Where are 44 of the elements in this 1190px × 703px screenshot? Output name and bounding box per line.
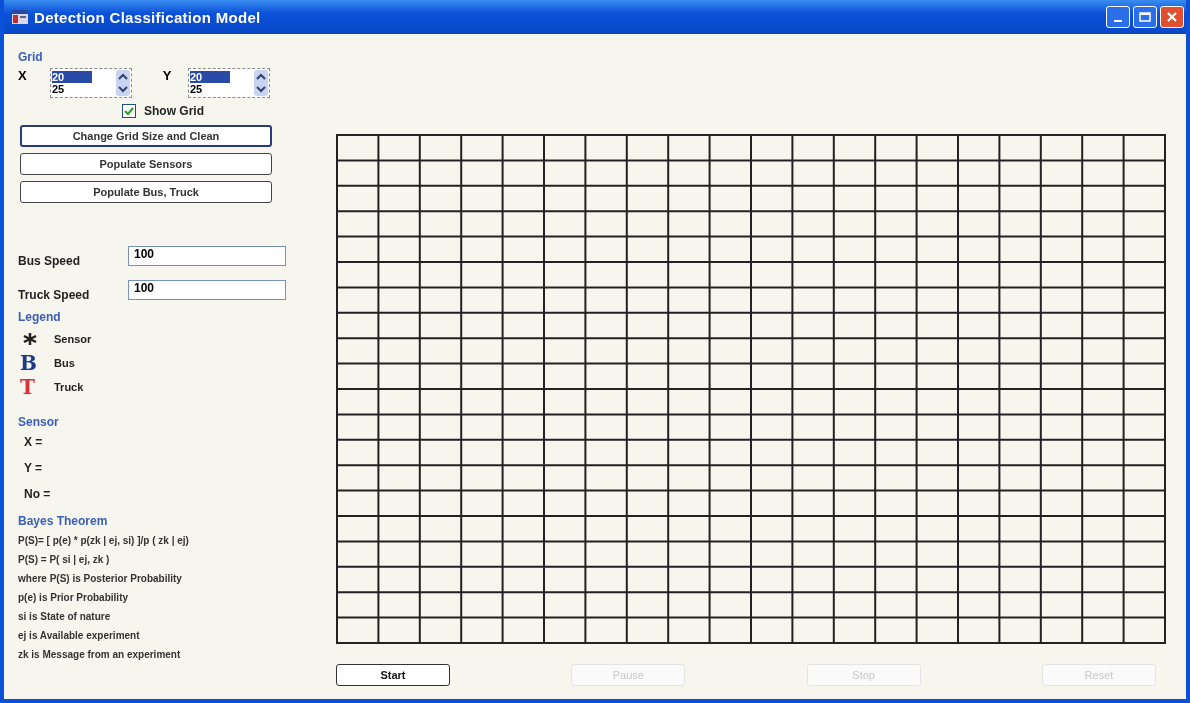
legend-symbol: B [19,351,38,375]
sensor-field-label: Y = [24,461,44,475]
minimize-button[interactable] [1106,6,1130,28]
sensor-title: Sensor [18,415,60,429]
action-button[interactable]: Populate Sensors [20,153,272,175]
spin-arrows-icon [254,70,268,96]
action-button[interactable]: Change Grid Size and Clean [20,125,272,147]
bayes-text: where P(S) is Posterior Probability [18,572,183,586]
bayes-text: P(S) = P( si | ej, zk ) [18,553,111,567]
x-spinner[interactable]: 20 25 [50,68,132,98]
window-title: Detection Classification Model [34,8,261,26]
y-label: Y [161,68,173,83]
speed-field[interactable]: 100 [128,246,286,266]
speed-label: Truck Speed [18,287,91,302]
action-button[interactable]: Populate Bus, Truck [20,181,272,203]
maximize-icon [1139,12,1151,22]
y-spinner[interactable]: 20 25 [188,68,270,98]
show-grid-checkbox[interactable] [122,104,136,118]
bayes-text: si is State of nature [18,610,112,624]
bayes-text: p(e) is Prior Probability [18,591,130,605]
legend-label: Sensor [54,333,92,345]
sensor-field-label: X = [24,435,44,449]
sensor-field-label: No = [24,487,52,501]
grid-group-title: Grid [18,50,44,64]
minimize-icon [1114,20,1122,22]
show-grid-label: Show Grid [144,104,204,118]
legend-title: Legend [18,310,62,324]
legend-symbol: T [19,375,36,399]
bayes-text: P(S)= [ p(e) * p(zk | ej, si) ]/p ( zk | ej) [18,534,190,548]
speed-label: Bus Speed [18,253,81,268]
window-icon [12,10,28,24]
close-icon [1166,11,1178,23]
speed-field[interactable]: 100 [128,280,286,300]
asterisk-icon [22,332,38,346]
bayes-title: Bayes Theorem [18,514,109,528]
legend-label: Truck [54,381,84,393]
maximize-button[interactable] [1133,6,1157,28]
control-button[interactable]: Start [336,664,450,686]
spin-arrows-icon [116,70,130,96]
bayes-text: zk is Message from an experiment [18,648,182,662]
x-label: X [18,68,28,83]
close-button[interactable] [1160,6,1184,28]
bayes-text: ej is Available experiment [18,629,141,643]
legend-label: Bus [54,357,75,369]
